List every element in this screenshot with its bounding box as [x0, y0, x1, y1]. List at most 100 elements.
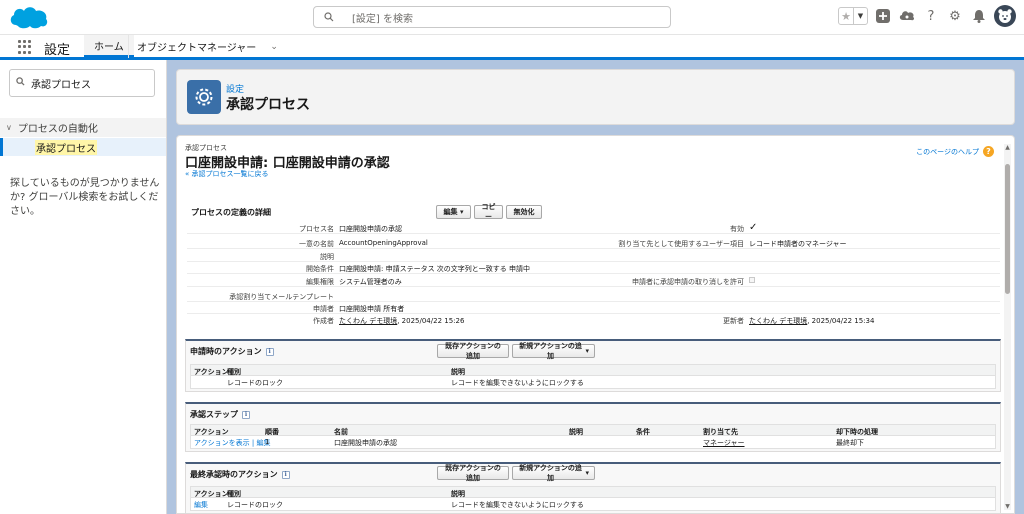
chevron-down-icon[interactable]: ⌄	[270, 42, 278, 52]
table-header: アクション 種別 説明	[191, 365, 995, 376]
table-row: レコードのロック レコードを編集できないようにロックする	[191, 376, 995, 388]
approval-steps-table: アクション 順番 名前 説明 条件 割り当て先 却下時の処理 アクションを表示 …	[190, 424, 996, 449]
modified-date: , 2025/04/22 15:34	[807, 317, 875, 325]
quick-find-input[interactable]: 承認プロセス	[9, 69, 155, 97]
scrollbar[interactable]: ▲ ▼	[1004, 144, 1011, 510]
submit-actions-title: 申請時のアクション i	[190, 346, 274, 357]
field-label: 一意の名前	[299, 240, 334, 248]
scroll-down-icon[interactable]: ▼	[1004, 503, 1011, 510]
info-icon[interactable]: i	[281, 470, 290, 479]
field-label: 割り当て先として使用するユーザー項目	[618, 240, 744, 248]
setup-sidebar: 承認プロセス ∨ プロセスの自動化 承認プロセス 探しているものが見つかりません…	[0, 60, 167, 514]
global-search-input[interactable]: [設定] を検索	[313, 6, 671, 28]
table-row: 編集 レコードのロック レコードを編集できないようにロックする	[191, 498, 995, 510]
field-value: レコード申請者のマネージャー	[749, 240, 847, 248]
table-row: アクションを表示 | 編集 1 口座開設申請の承認 マネージャー 最終却下	[191, 436, 995, 448]
detail-row: 開始条件 口座開設申請: 申請ステータス 次の文字列と一致する 申請中	[187, 262, 1000, 274]
info-icon[interactable]: i	[242, 410, 250, 419]
favorites-group: ★ ▼	[838, 7, 868, 25]
app-launcher-icon[interactable]	[18, 40, 32, 54]
back-to-list-link[interactable]: « 承認プロセス一覧に戻る	[185, 169, 269, 179]
row-assignee-link[interactable]: マネージャー	[703, 438, 745, 448]
tab-object-manager[interactable]: オブジェクトマネージャー ⌄	[128, 35, 286, 58]
field-label: 説明	[320, 253, 334, 261]
app-name: 設定	[44, 43, 71, 58]
edit-button-label: 編集	[443, 208, 458, 216]
field-label: 作成者	[313, 317, 334, 325]
submit-actions-table: アクション 種別 説明 レコードのロック レコードを編集できないようにロックする	[190, 364, 996, 389]
navigation-bar: 設定 ホーム オブジェクトマネージャー ⌄	[0, 34, 1024, 60]
help-icon[interactable]: ?	[922, 7, 940, 25]
deactivate-button[interactable]: 無効化	[506, 205, 542, 219]
final-approval-title-label: 最終承認時のアクション	[190, 470, 278, 479]
active-check-icon: ✓	[749, 222, 758, 233]
approval-steps-title: 承認ステップ i	[190, 409, 250, 420]
approval-steps-list: 承認ステップ i アクション 順番 名前 説明 条件 割り当て先 却下時の処理 …	[185, 402, 1001, 452]
row-type: レコードのロック	[227, 501, 283, 509]
search-icon	[16, 77, 25, 89]
edit-dropdown-button[interactable]: 編集 ▾	[436, 205, 471, 219]
header-icons: ★ ▼ ? ⚙	[838, 5, 1016, 27]
final-approval-title: 最終承認時のアクション i	[190, 469, 290, 480]
row-edit-link[interactable]: 編集	[194, 500, 208, 510]
final-approval-table: アクション 種別 説明 編集 レコードのロック レコードを編集できないようにロッ…	[190, 486, 996, 511]
scroll-up-icon[interactable]: ▲	[1004, 144, 1011, 151]
final-approval-actions-list: 最終承認時のアクション i 既存アクションの追加 新規アクションの追加 ▾ アク…	[185, 462, 1001, 513]
chevron-down-icon: ▾	[459, 208, 464, 216]
field-value: AccountOpeningApproval	[339, 239, 428, 247]
field-label: 申請者	[313, 305, 334, 313]
field-value: 口座開設申請: 申請ステータス 次の文字列と一致する 申請中	[339, 265, 531, 273]
add-existing-action-button[interactable]: 既存アクションの追加	[437, 342, 509, 360]
help-icon: ?	[983, 146, 994, 157]
submit-actions-list: 申請時のアクション i 既存アクションの追加 新規アクションの追加 ▾ アクショ…	[185, 339, 1001, 392]
field-value: システム管理者のみ	[339, 278, 402, 286]
created-by-link[interactable]: たくわん デモ環境	[339, 317, 397, 325]
add-new-action-label: 新規アクションの追加	[519, 342, 582, 360]
main-content: ▲ ▼ 承認プロセス 口座開設申請: 口座開設申請の承認 « 承認プロセス一覧に…	[176, 135, 1015, 514]
global-header: [設定] を検索 ★ ▼ ? ⚙	[0, 0, 1024, 34]
row-name: 口座開設申請の承認	[334, 439, 397, 447]
scrollbar-thumb[interactable]	[1005, 164, 1010, 294]
sidebar-section-process-automation[interactable]: ∨ プロセスの自動化	[0, 118, 166, 137]
modified-by-link[interactable]: たくわん デモ環境	[749, 317, 807, 325]
help-link[interactable]: このページのヘルプ ?	[916, 146, 994, 157]
search-icon	[324, 12, 334, 22]
detail-row: プロセス名 口座開設申請の承認 有効 ✓	[187, 222, 1000, 234]
page-title: 承認プロセス	[226, 97, 310, 113]
row-description: レコードを編集できないようにロックする	[451, 501, 584, 509]
approval-steps-title-label: 承認ステップ	[190, 410, 238, 419]
avatar[interactable]	[994, 5, 1016, 27]
add-new-action-label: 新規アクションの追加	[519, 464, 582, 482]
bell-icon[interactable]	[970, 7, 988, 25]
cloud-icon[interactable]	[898, 7, 916, 25]
tab-home[interactable]: ホーム	[84, 35, 134, 58]
info-icon[interactable]: i	[265, 347, 274, 356]
plus-icon[interactable]	[874, 7, 892, 25]
salesforce-logo-icon[interactable]	[8, 3, 50, 31]
add-new-action-button[interactable]: 新規アクションの追加 ▾	[512, 464, 595, 482]
field-label: プロセス名	[299, 225, 334, 233]
add-new-action-button[interactable]: 新規アクションの追加 ▾	[512, 342, 595, 360]
search-placeholder: [設定] を検索	[352, 13, 413, 25]
copy-button[interactable]: コピー	[474, 203, 503, 221]
quick-find-value: 承認プロセス	[31, 79, 91, 91]
field-value: たくわん デモ環境, 2025/04/22 15:26	[339, 316, 464, 326]
dropdown-icon[interactable]: ▼	[853, 8, 867, 24]
table-header: アクション 種別 説明	[191, 487, 995, 498]
detail-row: 作成者 たくわん デモ環境, 2025/04/22 15:26 更新者 たくわん…	[187, 314, 1000, 326]
star-icon[interactable]: ★	[839, 8, 853, 24]
chevron-down-icon: ∨	[6, 123, 12, 132]
checkbox-icon	[749, 277, 755, 283]
gear-icon[interactable]: ⚙	[946, 7, 964, 25]
add-existing-action-button[interactable]: 既存アクションの追加	[437, 464, 509, 482]
field-value: たくわん デモ環境, 2025/04/22 15:34	[749, 316, 874, 326]
created-date: , 2025/04/22 15:26	[397, 317, 465, 325]
show-actions-link[interactable]: アクションを表示	[194, 439, 250, 447]
field-label: 有効	[730, 225, 744, 233]
field-label: 申請者に承認申請の取り消しを許可	[632, 278, 744, 286]
detail-row: 一意の名前 AccountOpeningApproval 割り当て先として使用す…	[187, 237, 1000, 249]
sidebar-item-label: 承認プロセス	[35, 139, 97, 155]
row-type: レコードのロック	[227, 379, 283, 387]
sidebar-item-approval-process[interactable]: 承認プロセス	[0, 138, 166, 156]
no-find-message: 探しているものが見つかりませんか? グローバル検索をお試しください。	[10, 178, 160, 217]
